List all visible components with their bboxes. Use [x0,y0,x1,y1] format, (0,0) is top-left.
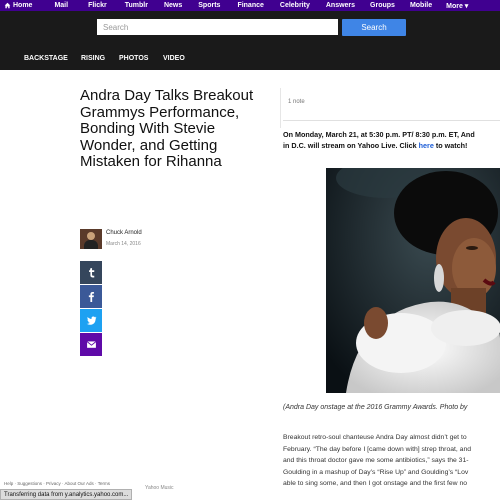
author-name[interactable]: Chuck Arnold [106,230,142,236]
topnav-home[interactable]: Home [0,2,32,9]
share-twitter-button[interactable] [80,309,102,332]
topnav-tumblr[interactable]: Tumblr [125,2,148,9]
topnav-celebrity[interactable]: Celebrity [280,2,310,9]
section-nav: BACKSTAGE RISING PHOTOS VIDEO [0,46,500,70]
section-rising[interactable]: RISING [81,55,105,62]
section-photos[interactable]: PHOTOS [119,55,148,62]
top-nav: Home Mail Flickr Tumblr News Sports Fina… [0,0,500,11]
notes-count[interactable]: 1 note [288,99,305,105]
body-line: Goulding in a mashup of Day’s “Rise Up” … [283,468,469,476]
yahoo-music-label: Yahoo Music [145,485,174,491]
avatar[interactable] [80,229,102,249]
topnav-answers[interactable]: Answers [326,2,355,9]
search-input[interactable]: Search [97,19,338,35]
topnav-finance[interactable]: Finance [237,2,263,9]
article-body: Breakout retro-soul chanteuse Andra Day … [283,432,500,490]
footer-links[interactable]: Help · Suggestions · Privacy · About Our… [4,481,110,486]
browser-status-bar: Transferring data from y.analytics.yahoo… [0,489,133,500]
share-tumblr-button[interactable] [80,261,102,284]
photo-caption: (Andra Day onstage at the 2016 Grammy Aw… [283,404,468,411]
topnav-more[interactable]: More ▾ [446,2,468,10]
tumblr-icon [88,268,94,278]
share-email-button[interactable] [80,333,102,356]
publish-date: March 14, 2016 [106,241,141,247]
column-divider [280,88,281,128]
article-title: Andra Day Talks Breakout Grammys Perform… [80,87,254,170]
body-line: and this throat doctor gave me some anti… [283,457,469,465]
topnav-sports[interactable]: Sports [198,2,220,9]
body-line: Breakout retro-soul chanteuse Andra Day … [283,434,467,441]
lead-line-2: in D.C. will stream on Yahoo Live. Click… [283,140,468,150]
body-line: February. “The day before I [came down w… [283,445,472,453]
topnav-mobile[interactable]: Mobile [410,2,432,9]
lead-paragraph: On Monday, March 21, at 5:30 p.m. PT/ 8:… [283,130,500,151]
share-facebook-button[interactable] [80,285,102,308]
mail-icon [86,341,96,348]
lead-line-1: On Monday, March 21, at 5:30 p.m. PT/ 8:… [283,130,475,139]
body-line: able to sing some, and then I got onstag… [283,480,468,488]
topnav-mail[interactable]: Mail [54,2,68,9]
header-divider [283,120,500,121]
topnav-news[interactable]: News [164,2,182,9]
article-photo [326,168,500,393]
search-button[interactable]: Search [342,19,406,36]
topnav-flickr[interactable]: Flickr [88,2,107,9]
facebook-icon [88,291,94,302]
twitter-icon [86,316,96,325]
watch-here-link[interactable]: here [419,141,434,150]
section-backstage[interactable]: BACKSTAGE [24,55,68,62]
topnav-groups[interactable]: Groups [370,2,395,9]
performer-image [326,168,500,393]
home-icon [4,2,11,9]
section-video[interactable]: VIDEO [163,55,185,62]
